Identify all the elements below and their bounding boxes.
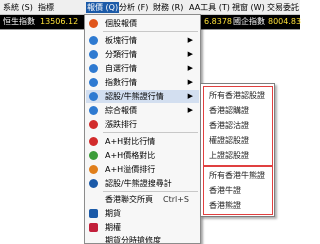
- menu-item-label: 分類行情: [105, 50, 137, 59]
- menu-item-watchlist[interactable]: 自選行情 ▶: [86, 62, 199, 75]
- ticker-hscei-value: 8004.83: [268, 17, 302, 26]
- menu-item-options[interactable]: 期權: [86, 221, 199, 234]
- menu-item-index[interactable]: 指數行情 ▶: [86, 76, 199, 89]
- menu-item-label: 期貨分時搶修度: [105, 236, 161, 243]
- sector-icon: [89, 36, 98, 45]
- ticker-hsi-value: 13506.12: [40, 17, 79, 26]
- warrant-submenu: 所有香港認股證 香港認購證 香港認沽證 權證認股證 上證認股證 所有香港牛熊證 …: [200, 83, 275, 217]
- menu-quote[interactable]: 報價 (Q): [86, 2, 120, 13]
- cbbc-group-highlight: [203, 166, 273, 215]
- options-icon: [89, 223, 98, 232]
- ah-premium-icon: [89, 165, 98, 174]
- index-icon: [89, 78, 98, 87]
- menu-item-hkex[interactable]: 香港聯交所頁 Ctrl+S: [86, 193, 199, 206]
- menu-trade[interactable]: 交易委託: [266, 2, 300, 13]
- menu-item-label: 認股/牛熊證搜尋計: [105, 179, 172, 188]
- quote-dropdown-menu: 個股報價 板塊行情 ▶ 分類行情 ▶ 自選行情 ▶ 指數行情 ▶ 認股/牛熊證行…: [84, 14, 201, 244]
- menu-item-label: 期權: [105, 223, 121, 232]
- menu-item-label: A+H對比行情: [105, 137, 156, 146]
- menu-item-label: A+H價格對比: [105, 151, 156, 160]
- menu-window[interactable]: 視窗 (W): [231, 2, 266, 13]
- menu-item-composite[interactable]: 綜合報價 ▶: [86, 104, 199, 117]
- composite-quote-icon: [89, 106, 98, 115]
- ticker-hsi-label: 恒生指數: [3, 17, 35, 26]
- menu-item-sector[interactable]: 板塊行情 ▶: [86, 34, 199, 47]
- watchlist-icon: [89, 64, 98, 73]
- menu-separator: [103, 31, 198, 32]
- chevron-right-icon: ▶: [187, 50, 193, 58]
- menu-item-stock-quote[interactable]: 個股報價: [86, 17, 199, 30]
- ticker-mid-value: 6.8378: [204, 17, 232, 26]
- menu-system[interactable]: 系統 (S): [2, 2, 34, 13]
- menu-item-label: 香港聯交所頁: [105, 195, 153, 204]
- chevron-right-icon: ▶: [187, 106, 193, 114]
- stock-quote-icon: [89, 19, 98, 28]
- warrants-group-highlight: [203, 86, 273, 166]
- menu-item-futures-time[interactable]: 期貨分時搶修度: [86, 234, 199, 243]
- menu-item-ah-premium[interactable]: A+H溢價排行: [86, 163, 199, 176]
- chevron-right-icon: ▶: [187, 64, 193, 72]
- menu-item-label: 個股報價: [105, 19, 137, 28]
- chevron-right-icon: ▶: [187, 92, 193, 100]
- menu-item-label: 認股/牛熊證行情: [105, 92, 164, 101]
- menu-item-warrant-search[interactable]: 認股/牛熊證搜尋計: [86, 177, 199, 190]
- menu-item-warrant[interactable]: 認股/牛熊證行情 ▶: [86, 90, 199, 103]
- menu-item-label: 漲跌排行: [105, 120, 137, 129]
- menu-item-label: 綜合報價: [105, 106, 137, 115]
- menu-finance[interactable]: 財務 (R): [152, 2, 184, 13]
- menu-item-label: 指數行情: [105, 78, 137, 87]
- chevron-right-icon: ▶: [187, 36, 193, 44]
- ah-price-icon: [89, 151, 98, 160]
- futures-icon: [89, 209, 98, 218]
- menu-item-label: 板塊行情: [105, 36, 137, 45]
- menu-separator: [103, 191, 198, 192]
- category-icon: [89, 50, 98, 59]
- warrant-search-icon: [89, 179, 98, 188]
- menu-item-label: A+H溢價排行: [105, 165, 156, 174]
- menu-aa-tools[interactable]: AA工具 (T): [188, 2, 231, 13]
- menu-item-category[interactable]: 分類行情 ▶: [86, 48, 199, 61]
- menu-analysis[interactable]: 分析 (F): [118, 2, 149, 13]
- chevron-right-icon: ▶: [187, 78, 193, 86]
- menu-indicators[interactable]: 指標: [37, 2, 55, 13]
- shortcut-text: Ctrl+S: [162, 195, 189, 204]
- menu-bar: 系統 (S) 指標 報價 (Q) 分析 (F) 財務 (R) AA工具 (T) …: [0, 0, 300, 15]
- menu-item-futures[interactable]: 期貨: [86, 207, 199, 220]
- warrant-icon: [89, 92, 98, 101]
- menu-item-ah-compare[interactable]: A+H對比行情: [86, 135, 199, 148]
- menu-item-ah-price[interactable]: A+H價格對比: [86, 149, 199, 162]
- ah-compare-icon: [89, 137, 98, 146]
- menu-item-label: 自選行情: [105, 64, 137, 73]
- menu-item-label: 期貨: [105, 209, 121, 218]
- menu-item-ranking[interactable]: 漲跌排行: [86, 118, 199, 131]
- menu-separator: [103, 132, 198, 133]
- ticker-hscei-label: 國企指數: [233, 17, 265, 26]
- ranking-icon: [89, 120, 98, 129]
